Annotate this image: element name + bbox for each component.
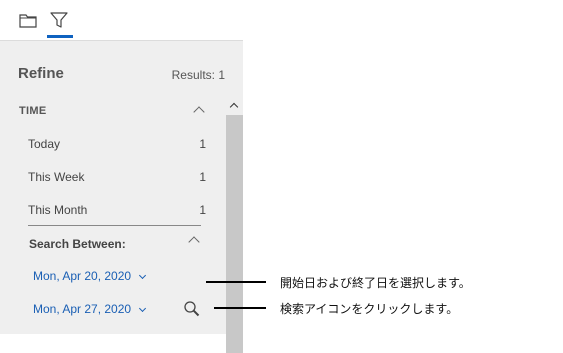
tab-filter[interactable]: [45, 0, 75, 40]
results-count: Results: 1: [171, 68, 225, 82]
start-date-value: Mon, Apr 20, 2020: [33, 269, 132, 283]
time-option-label: This Week: [28, 170, 85, 184]
active-tab-indicator: [47, 35, 73, 38]
scrollbar[interactable]: [226, 55, 243, 353]
time-option-count: 1: [199, 137, 206, 151]
search-icon[interactable]: [183, 300, 201, 318]
chevron-up-icon[interactable]: [188, 236, 200, 248]
folder-icon: [19, 14, 37, 28]
callout-line-date-range: [206, 281, 266, 283]
filter-icon: [50, 12, 68, 28]
callout-date-range: 開始日および終了日を選択します。: [280, 276, 471, 290]
divider: [28, 225, 201, 226]
time-option-label: Today: [28, 137, 61, 151]
end-date-value: Mon, Apr 27, 2020: [33, 302, 132, 316]
tab-folder[interactable]: [14, 0, 44, 40]
callout-line-search-icon: [214, 307, 266, 309]
chevron-up-icon[interactable]: [193, 106, 205, 118]
time-option-label: This Month: [28, 203, 88, 217]
refine-panel: Refine Results: 1 TIME Today 1 This Week…: [0, 41, 243, 334]
top-toolbar: [0, 0, 243, 41]
end-date-picker[interactable]: Mon, Apr 27, 2020: [33, 302, 147, 316]
callout-search-icon: 検索アイコンをクリックします。: [280, 302, 459, 316]
time-option-count: 1: [199, 170, 206, 184]
time-option-this-week[interactable]: This Week 1: [28, 170, 206, 184]
time-option-this-month[interactable]: This Month 1: [28, 203, 206, 217]
scrollbar-thumb[interactable]: [226, 115, 243, 353]
search-between-header[interactable]: Search Between:: [29, 237, 126, 251]
chevron-down-icon: [139, 304, 147, 313]
refine-title: Refine: [18, 65, 64, 82]
start-date-picker[interactable]: Mon, Apr 20, 2020: [33, 269, 147, 283]
time-section-header[interactable]: TIME: [19, 105, 46, 117]
time-option-count: 1: [199, 203, 206, 217]
time-option-today[interactable]: Today 1: [28, 137, 206, 151]
scroll-up-arrow-icon[interactable]: [229, 102, 239, 112]
chevron-down-icon: [139, 271, 147, 280]
